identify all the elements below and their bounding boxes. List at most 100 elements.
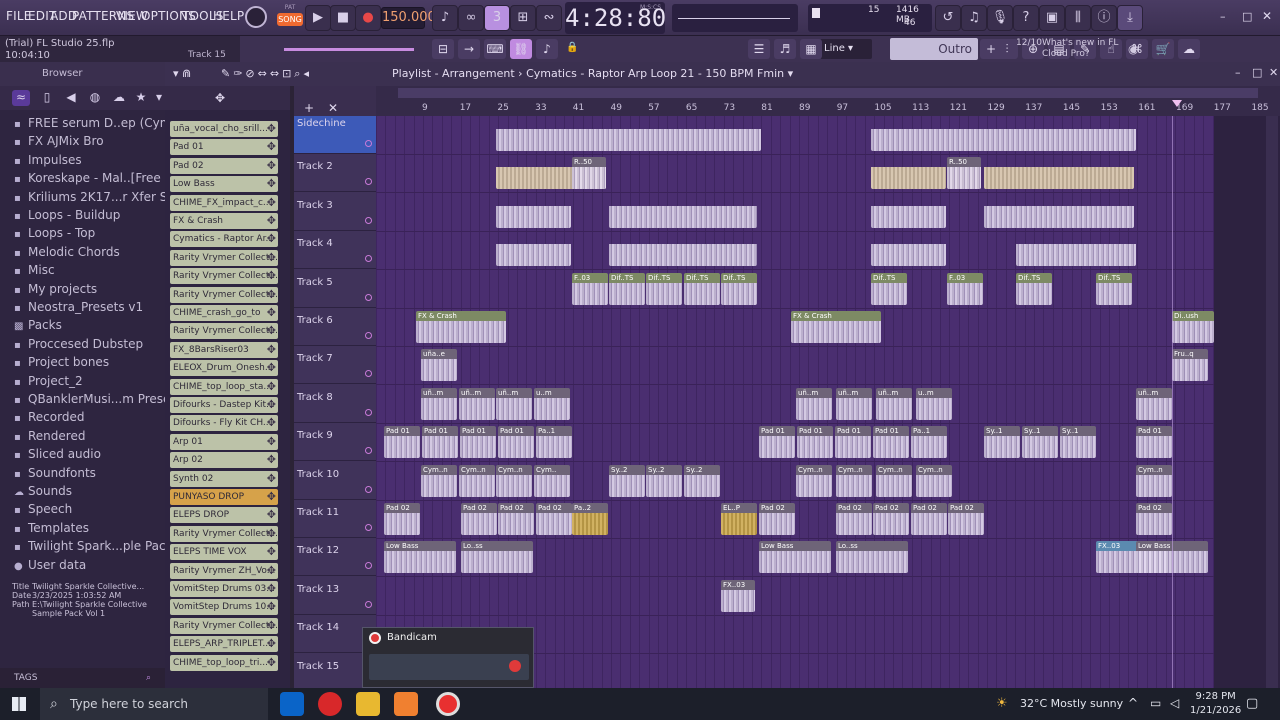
- channel-move-icon[interactable]: ✥: [267, 287, 276, 303]
- audio-clip[interactable]: FX & Crash: [791, 311, 881, 343]
- channel-move-icon[interactable]: ✥: [267, 379, 276, 395]
- audio-clip[interactable]: Pad 01: [422, 426, 458, 459]
- network-icon[interactable]: ▭: [1150, 696, 1161, 710]
- track-header[interactable]: Track 13: [294, 577, 376, 615]
- browser-item[interactable]: ▪ Project_2: [14, 374, 83, 388]
- browser-item[interactable]: ▪ Speech: [14, 502, 72, 516]
- tray-chevron-icon[interactable]: ^: [1128, 696, 1138, 710]
- audio-clip[interactable]: Pad 02: [498, 503, 534, 535]
- info-icon[interactable]: ⓘ: [1091, 5, 1117, 31]
- channel-button[interactable]: Difourks - Fly Kit CH... ✥: [170, 415, 278, 432]
- track-mute-icon[interactable]: [365, 332, 372, 339]
- audio-clip[interactable]: Sy..2: [646, 464, 682, 497]
- audio-clip[interactable]: Cym..n: [1136, 464, 1172, 497]
- audio-clip[interactable]: Pad 02: [836, 503, 872, 535]
- audio-clip[interactable]: [496, 234, 571, 267]
- channel-button[interactable]: Rarity Vrymer Collect... ✥: [170, 249, 278, 266]
- audio-clip[interactable]: Sy..1: [984, 426, 1020, 459]
- audio-clip[interactable]: uña..e: [421, 349, 457, 382]
- step-edit-icon[interactable]: ⊞: [510, 5, 536, 31]
- save-icon[interactable]: ▣: [1039, 5, 1065, 31]
- playlist-tools-icon[interactable]: ▾ ⋒: [173, 67, 191, 80]
- notification-icon[interactable]: ▢: [1246, 696, 1258, 711]
- channel-move-icon[interactable]: ✥: [267, 139, 276, 155]
- channel-move-icon[interactable]: ✥: [267, 250, 276, 266]
- channel-button[interactable]: Rarity Vrymer Collect... ✥: [170, 286, 278, 303]
- channel-move-icon[interactable]: ✥: [267, 231, 276, 247]
- wait-input-icon[interactable]: ∞: [458, 5, 484, 31]
- typing-keyboard-icon[interactable]: ⌨: [484, 39, 506, 59]
- track-header[interactable]: Track 3: [294, 193, 376, 231]
- audio-clip[interactable]: Dif..TS: [1016, 272, 1052, 305]
- audio-clip[interactable]: F..03: [572, 272, 608, 305]
- audio-clip[interactable]: Dif..TS: [684, 272, 720, 305]
- link-icon[interactable]: ⛓: [510, 39, 532, 59]
- channel-button[interactable]: Pad 02 ✥: [170, 157, 278, 174]
- track-header[interactable]: Track 4: [294, 231, 376, 270]
- speaker-icon[interactable]: ◀: [62, 90, 80, 106]
- channel-button[interactable]: FX & Crash ✥: [170, 213, 278, 229]
- audio-clip[interactable]: Pad 02: [948, 503, 984, 535]
- audio-clip[interactable]: uñ..m: [459, 387, 495, 420]
- channel-button[interactable]: PUNYASO DROP ✥: [170, 489, 278, 505]
- track-mute-icon[interactable]: [365, 408, 372, 416]
- windows-start-icon[interactable]: [12, 697, 26, 711]
- browser-item[interactable]: ▪ Neostra_Presets v1: [14, 300, 143, 314]
- audio-clip[interactable]: Pad 01: [797, 426, 833, 459]
- channel-move-icon[interactable]: ✥: [267, 489, 276, 505]
- track-header[interactable]: Track 9: [294, 423, 376, 462]
- playlist-close-icon[interactable]: ✕: [1269, 66, 1278, 79]
- star-icon[interactable]: ★: [132, 90, 150, 106]
- browser-item[interactable]: ▪ Misc: [14, 263, 55, 277]
- audio-clip[interactable]: Low Bass: [759, 541, 831, 574]
- audio-clip[interactable]: [984, 196, 1134, 228]
- browser-item[interactable]: ▪ Proccesed Dubstep: [14, 337, 143, 351]
- fl-studio-icon[interactable]: [394, 692, 418, 716]
- audio-clip[interactable]: [496, 119, 761, 151]
- pattern-selector[interactable]: Outro: [890, 38, 978, 60]
- audio-clip[interactable]: Low Bass: [384, 541, 456, 574]
- audio-icon[interactable]: ♫: [961, 5, 987, 31]
- channel-move-icon[interactable]: ✥: [267, 268, 276, 284]
- channel-move-icon[interactable]: ✥: [267, 655, 276, 671]
- channel-button[interactable]: Arp 02 ✥: [170, 452, 278, 469]
- audio-clip[interactable]: Sy..1: [1022, 426, 1058, 459]
- track-header[interactable]: Track 7: [294, 346, 376, 385]
- channel-button[interactable]: CHIME_top_loop_sta... ✥: [170, 378, 278, 395]
- channel-button[interactable]: Low Bass ✥: [170, 176, 278, 193]
- channel-move-icon[interactable]: ✥: [267, 415, 276, 431]
- audio-clip[interactable]: Cym..n: [796, 464, 832, 497]
- audio-clip[interactable]: [871, 157, 946, 190]
- cloud-icon[interactable]: ☁: [1178, 39, 1200, 59]
- taskbar-clock[interactable]: 9:28 PM 1/21/2026: [1190, 690, 1241, 718]
- outlook-icon[interactable]: [280, 692, 304, 716]
- channel-move-icon[interactable]: ✥: [267, 342, 276, 358]
- track-header[interactable]: Track 2: [294, 154, 376, 193]
- audio-clip[interactable]: [609, 234, 757, 267]
- move-icon[interactable]: ✥: [215, 91, 225, 105]
- play-button[interactable]: ▶: [305, 5, 331, 31]
- audio-clip[interactable]: Pa..1: [536, 426, 572, 459]
- master-volume-knob[interactable]: [245, 6, 267, 28]
- channel-move-icon[interactable]: ✥: [267, 360, 276, 376]
- channel-move-icon[interactable]: ✥: [267, 581, 276, 597]
- piano-roll-icon[interactable]: ♬: [774, 39, 796, 59]
- audio-clip[interactable]: [609, 196, 757, 228]
- vertical-scroll-track[interactable]: [1266, 116, 1278, 688]
- audio-clip[interactable]: Pad 01: [1136, 426, 1172, 459]
- stop-button[interactable]: ■: [330, 5, 356, 31]
- channel-move-icon[interactable]: ✥: [267, 544, 276, 560]
- channel-move-icon[interactable]: ✥: [267, 195, 276, 211]
- channel-move-icon[interactable]: ✥: [267, 158, 276, 174]
- audio-clip[interactable]: Pad 01: [835, 426, 871, 459]
- channel-button[interactable]: FX_8BarsRiser03 ✥: [170, 341, 278, 358]
- channel-button[interactable]: CHIME_crash_go_to ✥: [170, 305, 278, 321]
- audio-clip[interactable]: Pad 01: [498, 426, 534, 459]
- mixer-icon[interactable]: ⫼: [1065, 5, 1091, 31]
- playlist-grid[interactable]: R..50 R..50 F..03 Dif..TS Dif..TS Dif..TS Dif.…: [376, 116, 1214, 688]
- audio-clip[interactable]: Pad 01: [873, 426, 909, 459]
- undo-icon[interactable]: ↺: [935, 5, 961, 31]
- channel-move-icon[interactable]: ✥: [267, 305, 276, 321]
- bell-icon[interactable]: ♪: [536, 39, 558, 59]
- channel-button[interactable]: Arp 01 ✥: [170, 433, 278, 450]
